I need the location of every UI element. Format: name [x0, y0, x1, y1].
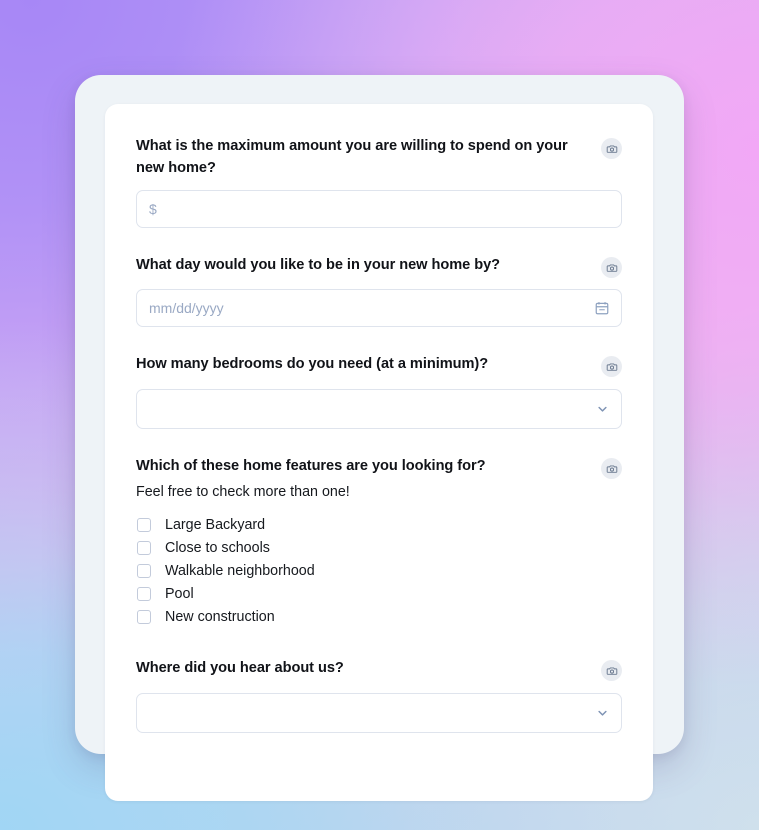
question-header: Where did you hear about us?: [136, 658, 622, 682]
bedrooms-select[interactable]: [136, 389, 622, 430]
question-label: What day would you like to be in your ne…: [136, 257, 500, 274]
question-header: Which of these home features are you loo…: [136, 456, 622, 503]
question-referral-source: Where did you hear about us?: [136, 658, 622, 734]
checkbox-label: Walkable neighborhood: [165, 562, 315, 579]
move-in-date-input[interactable]: mm/dd/yyyy: [136, 289, 622, 328]
question-home-features: Which of these home features are you loo…: [136, 456, 622, 628]
checkbox-row[interactable]: New construction: [136, 605, 622, 628]
camera-icon[interactable]: [601, 138, 622, 159]
checkbox-row[interactable]: Pool: [136, 582, 622, 605]
budget-input[interactable]: $: [136, 190, 622, 229]
question-label: Where did you hear about us?: [136, 660, 344, 677]
checkbox-row[interactable]: Large Backyard: [136, 513, 622, 536]
checkbox-label: Large Backyard: [165, 516, 266, 533]
question-bedrooms: How many bedrooms do you need (at a mini…: [136, 354, 622, 430]
camera-icon[interactable]: [601, 458, 622, 480]
checkbox-walkable-neighborhood[interactable]: [137, 563, 151, 578]
checkbox-label: New construction: [165, 608, 275, 625]
question-label: How many bedrooms do you need (at a mini…: [136, 356, 489, 373]
question-header: What is the maximum amount you are willi…: [136, 136, 622, 179]
checkbox-large-backyard[interactable]: [137, 517, 151, 532]
checkbox-pool[interactable]: [137, 586, 151, 601]
question-sublabel: Feel free to check more than one!: [136, 483, 350, 500]
question-text-group: Which of these home features are you loo…: [136, 456, 486, 503]
date-placeholder: mm/dd/yyyy: [149, 300, 224, 317]
calendar-icon[interactable]: [594, 300, 610, 316]
question-label: Which of these home features are you loo…: [136, 458, 486, 475]
question-header: How many bedrooms do you need (at a mini…: [136, 354, 622, 378]
checkbox-row[interactable]: Walkable neighborhood: [136, 559, 622, 582]
form-inner-card: What is the maximum amount you are willi…: [105, 104, 653, 801]
question-move-in-date: What day would you like to be in your ne…: [136, 255, 622, 328]
question-header: What day would you like to be in your ne…: [136, 255, 622, 279]
form-outer-card: What is the maximum amount you are willi…: [75, 75, 684, 801]
checkbox-label: Pool: [165, 585, 194, 602]
question-label: What is the maximum amount you are willi…: [136, 138, 568, 176]
checkbox-close-to-schools[interactable]: [137, 540, 151, 555]
camera-icon[interactable]: [601, 660, 622, 682]
camera-icon[interactable]: [601, 356, 622, 378]
checkbox-row[interactable]: Close to schools: [136, 536, 622, 559]
chevron-down-icon[interactable]: [595, 706, 610, 721]
checkbox-label: Close to schools: [165, 539, 270, 556]
referral-source-select[interactable]: [136, 693, 622, 734]
camera-icon[interactable]: [601, 257, 622, 279]
question-budget: What is the maximum amount you are willi…: [136, 136, 622, 229]
chevron-down-icon[interactable]: [595, 402, 610, 417]
checkbox-new-construction[interactable]: [137, 609, 151, 624]
home-features-checkbox-list: Large Backyard Close to schools Walkable…: [136, 513, 622, 628]
budget-placeholder: $: [149, 201, 157, 218]
